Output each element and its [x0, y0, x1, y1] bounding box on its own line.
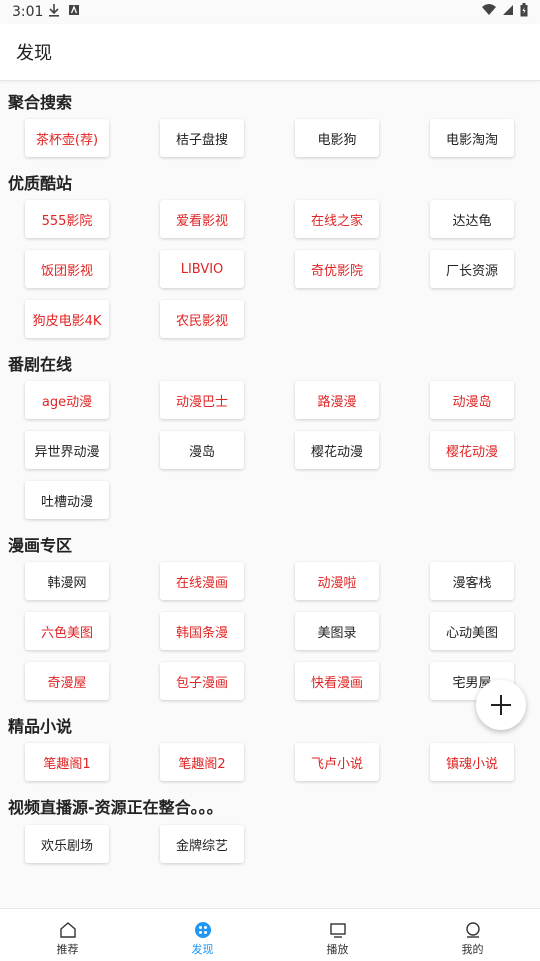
home-icon [59, 922, 76, 938]
site-button[interactable]: 爱看影视 [160, 200, 244, 238]
site-button[interactable]: 桔子盘搜 [160, 119, 244, 157]
site-button[interactable]: 路漫漫 [295, 381, 379, 419]
download-icon [49, 4, 59, 17]
site-button[interactable]: 饭团影视 [25, 250, 109, 288]
site-button[interactable]: 欢乐剧场 [25, 825, 109, 863]
site-button[interactable]: 农民影视 [160, 300, 244, 338]
app-bar: 发现 [0, 24, 540, 81]
site-button[interactable]: 异世界动漫 [25, 431, 109, 469]
nav-item-discover[interactable]: 发现 [135, 909, 270, 961]
nav-item-recommend[interactable]: 推荐 [0, 909, 135, 961]
discover-icon [194, 922, 211, 938]
site-button[interactable]: 镇魂小说 [430, 743, 514, 781]
site-button[interactable]: 韩国条漫 [160, 612, 244, 650]
site-button[interactable]: 美图录 [295, 612, 379, 650]
add-fab-button[interactable] [476, 680, 526, 730]
plus-icon [491, 695, 511, 715]
site-button[interactable]: 达达龟 [430, 200, 514, 238]
site-button[interactable]: age动漫 [25, 381, 109, 419]
signal-icon [503, 5, 513, 15]
site-button[interactable]: 笔趣阁2 [160, 743, 244, 781]
section-title: 漫画专区 [8, 536, 73, 555]
site-button[interactable]: 动漫巴士 [160, 381, 244, 419]
site-button[interactable]: 金牌综艺 [160, 825, 244, 863]
site-button[interactable]: 六色美图 [25, 612, 109, 650]
status-bar: 3:01 [0, 0, 540, 24]
nav-label: 推荐 [56, 943, 79, 956]
site-button[interactable]: 在线漫画 [160, 562, 244, 600]
nav-label: 发现 [191, 943, 214, 956]
bottom-nav: 推荐 发现 播放 我的 [0, 908, 540, 961]
section-title: 精品小说 [8, 717, 73, 736]
site-button[interactable]: 漫岛 [160, 431, 244, 469]
nav-label: 我的 [461, 943, 484, 956]
page-title: 发现 [16, 43, 52, 64]
site-button[interactable]: 狗皮电影4K [25, 300, 109, 338]
nav-item-mine[interactable]: 我的 [405, 909, 540, 961]
site-button[interactable]: 奇优影院 [295, 250, 379, 288]
battery-icon [520, 3, 528, 17]
nav-label: 播放 [326, 943, 349, 956]
site-button[interactable]: 电影狗 [295, 119, 379, 157]
site-button[interactable]: 快看漫画 [295, 662, 379, 700]
site-button[interactable]: 飞卢小说 [295, 743, 379, 781]
profile-icon [465, 922, 480, 938]
site-button[interactable]: 动漫岛 [430, 381, 514, 419]
play-screen-icon [329, 923, 346, 938]
section-title: 优质酷站 [8, 174, 73, 193]
site-button[interactable]: 心动美图 [430, 612, 514, 650]
site-button[interactable]: 漫客栈 [430, 562, 514, 600]
section-title: 视频直播源-资源正在整合。。。 [8, 798, 223, 817]
site-button[interactable]: 吐槽动漫 [25, 481, 109, 519]
site-button[interactable]: 包子漫画 [160, 662, 244, 700]
section-title: 聚合搜索 [8, 93, 73, 112]
site-button[interactable]: 奇漫屋 [25, 662, 109, 700]
site-button[interactable]: 韩漫网 [25, 562, 109, 600]
status-time: 3:01 [12, 4, 44, 20]
site-button[interactable]: 电影淘淘 [430, 119, 514, 157]
discover-content[interactable]: 聚合搜索 茶杯壶(荐) 桔子盘搜 电影狗 电影淘淘 优质酷站 555影院 爱看影… [0, 81, 540, 908]
site-button[interactable]: 555影院 [25, 200, 109, 238]
site-button[interactable]: 在线之家 [295, 200, 379, 238]
site-button[interactable]: 笔趣阁1 [25, 743, 109, 781]
wifi-icon [482, 4, 496, 15]
site-button[interactable]: 樱花动漫 [430, 431, 514, 469]
site-button[interactable]: LIBVIO [160, 250, 244, 288]
section-title: 番剧在线 [8, 355, 73, 374]
nav-item-play[interactable]: 播放 [270, 909, 405, 961]
site-button[interactable]: 动漫啦 [295, 562, 379, 600]
notification-a-icon [69, 5, 79, 15]
site-button[interactable]: 厂长资源 [430, 250, 514, 288]
site-button[interactable]: 茶杯壶(荐) [25, 119, 109, 157]
site-button[interactable]: 樱花动漫 [295, 431, 379, 469]
